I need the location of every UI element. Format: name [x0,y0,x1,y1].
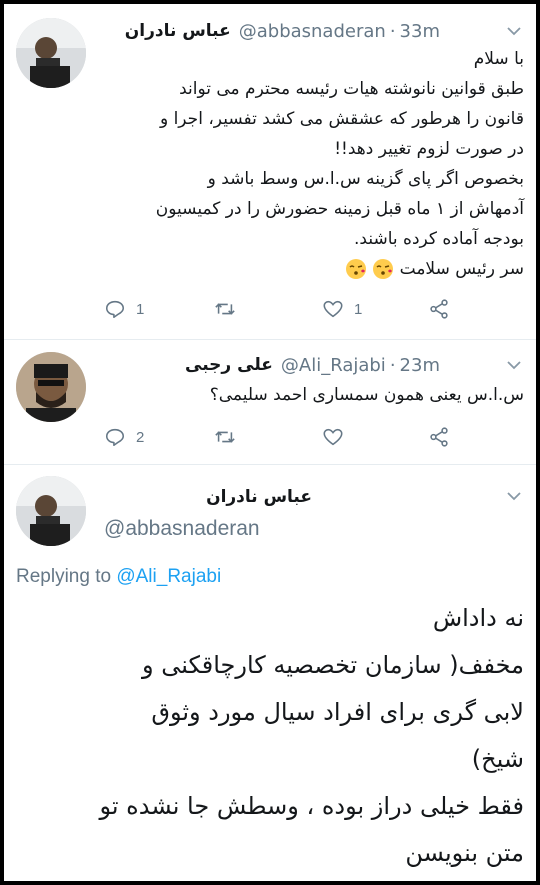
tweet-line: بخصوص اگر پای گزینه س.ا.س وسط باشد و [207,169,524,189]
heart-icon [323,428,343,446]
reply-icon [105,300,125,319]
tweet-line: نه داداش [432,604,524,632]
tweet-text: با سلام طبق قوانین نانوشته هیات رئیسه مح… [104,44,524,284]
tweet-text: س.ا.س یعنی همون سمساری احمد سلیمی؟ [104,380,524,410]
user-handle[interactable]: @Ali_Rajabi [281,355,386,376]
tweet-line: فقط خیلی دراز بوده ، وسطش جا نشده تو [99,792,524,820]
timestamp[interactable]: 23m [400,355,440,376]
tweet-text: نه داداش مخفف( سازمان تخصصیه کارچاقکنی و… [16,595,524,877]
user-name[interactable]: عباس نادران [206,487,312,507]
tweet-line: لابی گری برای افراد سیال مورد وثوق [151,698,524,726]
chevron-down-icon[interactable] [506,26,522,36]
tweet-header: علی رجبی @Ali_Rajabi · 23m [185,352,440,378]
reply-count: 1 [136,300,145,318]
like-button[interactable]: 1 [322,296,362,322]
tweet-line: طبق قوانین نانوشته هیات رئیسه محترم می ت… [179,79,524,99]
share-icon [430,299,448,319]
tweet-header: عباس نادران @abbasnaderan · 33m [125,18,440,44]
tweet-actions: 2 [104,424,464,450]
reply-count: 2 [136,428,145,446]
tweet-line: س.ا.س یعنی همون سمساری احمد سلیمی؟ [209,385,524,405]
replying-to: Replying to @Ali_Rajabi [16,566,221,588]
reply-icon [105,428,125,447]
retweet-button[interactable] [214,424,246,450]
kissing-face-emoji [345,259,366,279]
like-button[interactable] [322,424,354,450]
tweet-line: متن بنویسن [405,839,524,867]
profile-photo [16,352,86,422]
retweet-button[interactable] [214,296,246,322]
user-name[interactable]: علی رجبی [185,355,273,375]
tweet-line: در صورت لزوم تغییر دهد!! [334,139,524,159]
twitter-thread-screen: عباس نادران @abbasnaderan · 33m با سلام … [4,4,536,881]
replying-to-link[interactable]: @Ali_Rajabi [116,566,221,587]
retweet-icon [215,303,235,315]
kissing-face-emoji [373,259,394,279]
profile-photo [16,18,86,88]
user-name[interactable]: عباس نادران [125,21,231,41]
tweet-line: آدمهاش از ۱ ماه قبل زمینه حضورش را در کم… [155,199,524,219]
avatar[interactable] [16,18,86,88]
timestamp[interactable]: 33m [400,21,440,42]
replying-to-label: Replying to [16,566,117,587]
tweet-line: با سلام [473,49,524,69]
tweet-2[interactable]: علی رجبی @Ali_Rajabi · 23m س.ا.س یعنی هم… [4,340,536,464]
user-handle[interactable]: @abbasnaderan [104,517,260,541]
share-button[interactable] [428,296,450,322]
tweet-line: بودجه آماده کرده باشند. [354,229,524,249]
like-count: 1 [354,300,363,318]
tweet-line: شیخ) [471,745,524,773]
retweet-icon [215,431,235,443]
share-button[interactable] [428,424,450,450]
tweet-line: قانون را هرطور که عشقش می کشد تفسیر، اجر… [159,109,524,129]
tweet-line: سر رئیس سلامت [399,259,524,279]
separator-dot: · [389,20,396,42]
profile-photo [16,476,86,546]
tweet-line: مخفف( سازمان تخصصیه کارچاقکنی و [142,651,524,679]
tweet-actions: 1 1 [104,296,464,322]
reply-button[interactable]: 2 [104,424,144,450]
tweet-line-with-emoji: سر رئیس سلامت [104,254,524,284]
reply-button[interactable]: 1 [104,296,144,322]
separator-dot: · [389,354,396,376]
avatar[interactable] [16,476,86,546]
chevron-down-icon[interactable] [506,360,522,370]
user-handle[interactable]: @abbasnaderan [239,21,386,42]
main-tweet[interactable]: عباس نادران @abbasnaderan Replying to @A… [4,465,536,881]
share-icon [430,427,448,447]
tweet-1[interactable]: عباس نادران @abbasnaderan · 33m با سلام … [4,4,536,339]
avatar[interactable] [16,352,86,422]
heart-icon [323,300,343,318]
chevron-down-icon[interactable] [506,491,522,501]
